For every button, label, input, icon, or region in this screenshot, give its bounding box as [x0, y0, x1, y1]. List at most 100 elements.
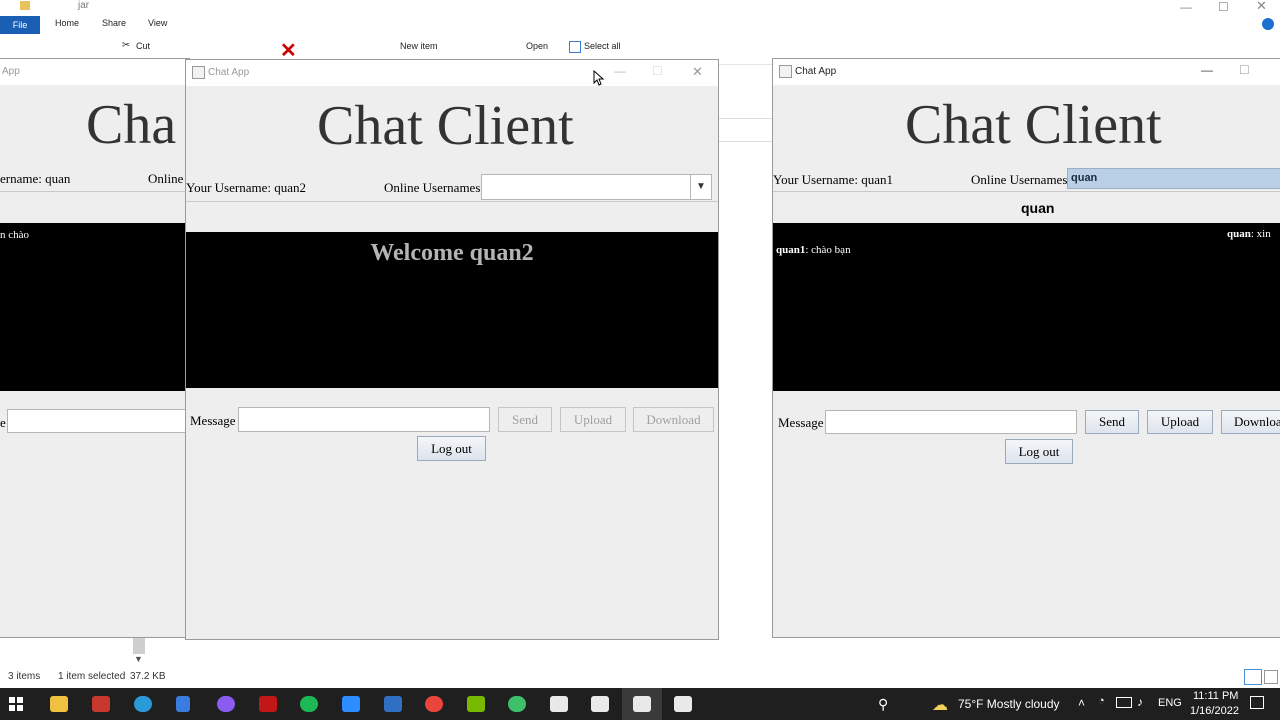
weather-cloud-icon[interactable]: ☁: [932, 695, 948, 715]
explorer-ribbon-tabs: File Home Share View: [0, 16, 1280, 34]
center-message-label: Message: [190, 413, 236, 428]
left-online-label: Online: [148, 171, 184, 186]
status-size: 37.2 KB: [130, 671, 166, 682]
explorer-address-strip: [718, 118, 776, 142]
right-message-label: Message: [778, 415, 824, 430]
chat-message-sender: quan1: [776, 244, 806, 256]
help-icon[interactable]: [1262, 18, 1274, 30]
people-icon[interactable]: ⚲: [878, 696, 888, 713]
left-username-label: ername: quan: [0, 171, 71, 186]
minimize-icon[interactable]: —: [1201, 63, 1213, 77]
tab-home[interactable]: Home: [55, 18, 79, 28]
mouse-cursor-icon: [593, 70, 605, 86]
welcome-message: Welcome quan2: [370, 240, 534, 266]
chrome-icon[interactable]: [425, 696, 443, 712]
left-chat-line: n chào: [0, 229, 30, 241]
right-chat-window: Chat App — ☐ Chat Client Your Username: …: [772, 58, 1280, 638]
cut-icon[interactable]: ✂: [122, 40, 130, 51]
right-logout-button[interactable]: Log out: [1005, 439, 1073, 464]
github-icon[interactable]: [217, 696, 235, 712]
explorer-title: jar: [78, 0, 90, 11]
close-icon[interactable]: ✕: [692, 64, 703, 80]
volume-icon[interactable]: ♪: [1137, 695, 1143, 709]
mail-icon[interactable]: [384, 696, 402, 712]
chat-message-text: : chào bạn: [805, 244, 851, 256]
tab-share[interactable]: Share: [102, 18, 126, 28]
center-message-input[interactable]: [238, 407, 490, 432]
java-icon[interactable]: [674, 696, 692, 712]
chat-message-right: quan: xin: [1227, 228, 1271, 240]
center-online-usernames-select[interactable]: ▼: [481, 174, 712, 200]
left-window-titlebar: App: [0, 59, 189, 85]
file-explorer-icon[interactable]: [50, 696, 68, 712]
explorer-status-bar: 3 items 1 item selected 37.2 KB: [0, 666, 1280, 688]
center-heading: Chat Client: [317, 95, 574, 157]
right-upload-button[interactable]: Upload: [1147, 410, 1213, 434]
weather-text[interactable]: 75°F Mostly cloudy: [958, 697, 1060, 711]
center-upload-button[interactable]: Upload: [560, 407, 626, 432]
maximize-icon[interactable]: ☐: [652, 64, 663, 78]
tab-view[interactable]: View: [148, 18, 167, 28]
battery-icon[interactable]: [1116, 697, 1132, 708]
java-app-icon: [779, 65, 792, 78]
right-chat-target: quan: [1021, 200, 1055, 216]
chevron-up-icon[interactable]: ˄: [1078, 696, 1085, 710]
notifications-icon[interactable]: [1250, 696, 1264, 709]
scrollbar-thumb[interactable]: [133, 638, 145, 654]
cut-label[interactable]: Cut: [136, 41, 150, 51]
language-indicator[interactable]: ENG: [1158, 697, 1182, 709]
open-label[interactable]: Open: [526, 41, 548, 51]
minimize-icon[interactable]: —: [614, 64, 626, 78]
taskbar: ⚲ ☁ 75°F Mostly cloudy ˄ ◔ ♪ ENG 11:11 P…: [0, 688, 1280, 720]
large-icons-view-icon[interactable]: [1264, 670, 1278, 684]
right-online-label: Online Usernames:: [971, 172, 1072, 187]
left-message-label: e: [0, 415, 6, 430]
center-chat-target-bar: [186, 201, 718, 232]
right-heading: Chat Client: [905, 94, 1162, 156]
right-send-button[interactable]: Send: [1085, 410, 1139, 434]
start-icon[interactable]: [9, 697, 23, 711]
chevron-down-icon[interactable]: ▼: [690, 175, 711, 199]
close-icon[interactable]: ✕: [1256, 0, 1267, 14]
spotify-icon[interactable]: [300, 696, 318, 712]
right-message-input[interactable]: [825, 410, 1077, 434]
network-icon[interactable]: ◔: [1098, 695, 1105, 707]
left-heading: Cha: [86, 94, 177, 156]
maximize-icon[interactable]: ☐: [1239, 63, 1250, 77]
center-logout-button[interactable]: Log out: [417, 436, 486, 461]
center-download-button[interactable]: Download: [633, 407, 714, 432]
center-username-label: Your Username: quan2: [186, 180, 306, 195]
select-all-label[interactable]: Select all: [584, 41, 621, 51]
left-message-input[interactable]: [7, 409, 190, 433]
status-item-count: 3 items: [8, 671, 41, 682]
zoom-icon[interactable]: [342, 696, 360, 712]
clock-time[interactable]: 11:11 PM: [1193, 690, 1238, 702]
app-red-icon[interactable]: [259, 696, 277, 712]
minimize-icon[interactable]: —: [1180, 0, 1192, 14]
maximize-icon[interactable]: ☐: [1218, 0, 1229, 14]
right-online-value: quan: [1071, 172, 1098, 184]
select-all-icon[interactable]: [569, 41, 581, 53]
new-item-label[interactable]: New item: [400, 41, 438, 51]
java-icon[interactable]: [633, 696, 651, 712]
java-icon[interactable]: [550, 696, 568, 712]
center-send-button[interactable]: Send: [498, 407, 552, 432]
tab-file[interactable]: File: [0, 16, 40, 34]
edge-icon[interactable]: [134, 696, 152, 712]
scroll-down-icon[interactable]: ▼: [134, 654, 143, 664]
java-icon[interactable]: [591, 696, 609, 712]
explorer-titlebar: jar — ☐ ✕: [0, 0, 1280, 14]
green-app-icon[interactable]: [508, 696, 526, 712]
right-download-button[interactable]: Downloa: [1221, 410, 1280, 434]
details-view-icon[interactable]: [1244, 669, 1262, 685]
clock-date[interactable]: 1/16/2022: [1190, 705, 1239, 717]
nvidia-icon[interactable]: [467, 696, 485, 712]
pdf-icon[interactable]: [92, 696, 110, 712]
right-online-usernames-select[interactable]: quan: [1067, 168, 1280, 189]
notepad-icon[interactable]: [176, 696, 190, 712]
left-chat-window: App Cha ername: quan Online n chào e: [0, 58, 190, 638]
center-chat-window: Chat App — ☐ ✕ Chat Client Your Username…: [185, 59, 719, 640]
java-app-icon: [192, 66, 205, 79]
left-chat-area: n chào: [0, 223, 190, 391]
right-chat-target-bar: quan: [773, 191, 1280, 222]
